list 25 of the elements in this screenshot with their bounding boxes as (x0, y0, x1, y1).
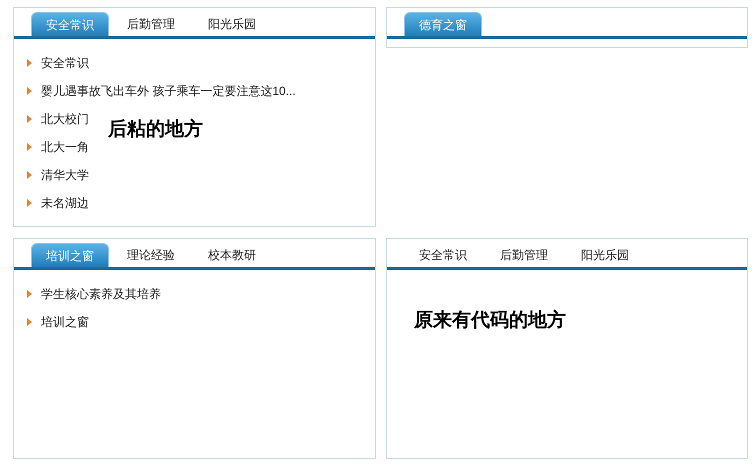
bullet-arrow-icon (27, 171, 32, 179)
list-link[interactable]: 培训之窗 (41, 314, 89, 330)
tab[interactable]: 后勤管理 (485, 243, 563, 267)
tab[interactable]: 理论经验 (112, 243, 190, 267)
tab[interactable]: 阳光乐园 (566, 243, 644, 267)
tab[interactable]: 后勤管理 (112, 12, 190, 36)
bullet-arrow-icon (27, 290, 32, 298)
note-text: 后粘的地方 (108, 118, 203, 142)
bullet-arrow-icon (27, 199, 32, 207)
bullet-arrow-icon (27, 143, 32, 151)
bullet-arrow-icon (27, 115, 32, 123)
list-link[interactable]: 北大一角 (41, 138, 89, 156)
bullet-arrow-icon (27, 87, 32, 95)
tab[interactable]: 校本教研 (193, 243, 271, 267)
bullet-arrow-icon (27, 318, 32, 326)
note-text: 原来有代码的地方 (414, 308, 566, 333)
list-link[interactable]: 清华大学 (41, 166, 89, 184)
tab[interactable]: 阳光乐园 (193, 12, 271, 36)
list-link[interactable]: 未名湖边 (41, 194, 89, 212)
tab[interactable]: 安全常识 (404, 243, 482, 267)
list-link[interactable]: 婴儿遇事故飞出车外 孩子乘车一定要注意这10... (41, 82, 296, 100)
list-link[interactable]: 学生核心素养及其培养 (41, 286, 161, 302)
list-link[interactable]: 安全常识 (41, 54, 89, 72)
bullet-arrow-icon (27, 59, 32, 67)
list-link[interactable]: 北大校门 (41, 110, 89, 128)
